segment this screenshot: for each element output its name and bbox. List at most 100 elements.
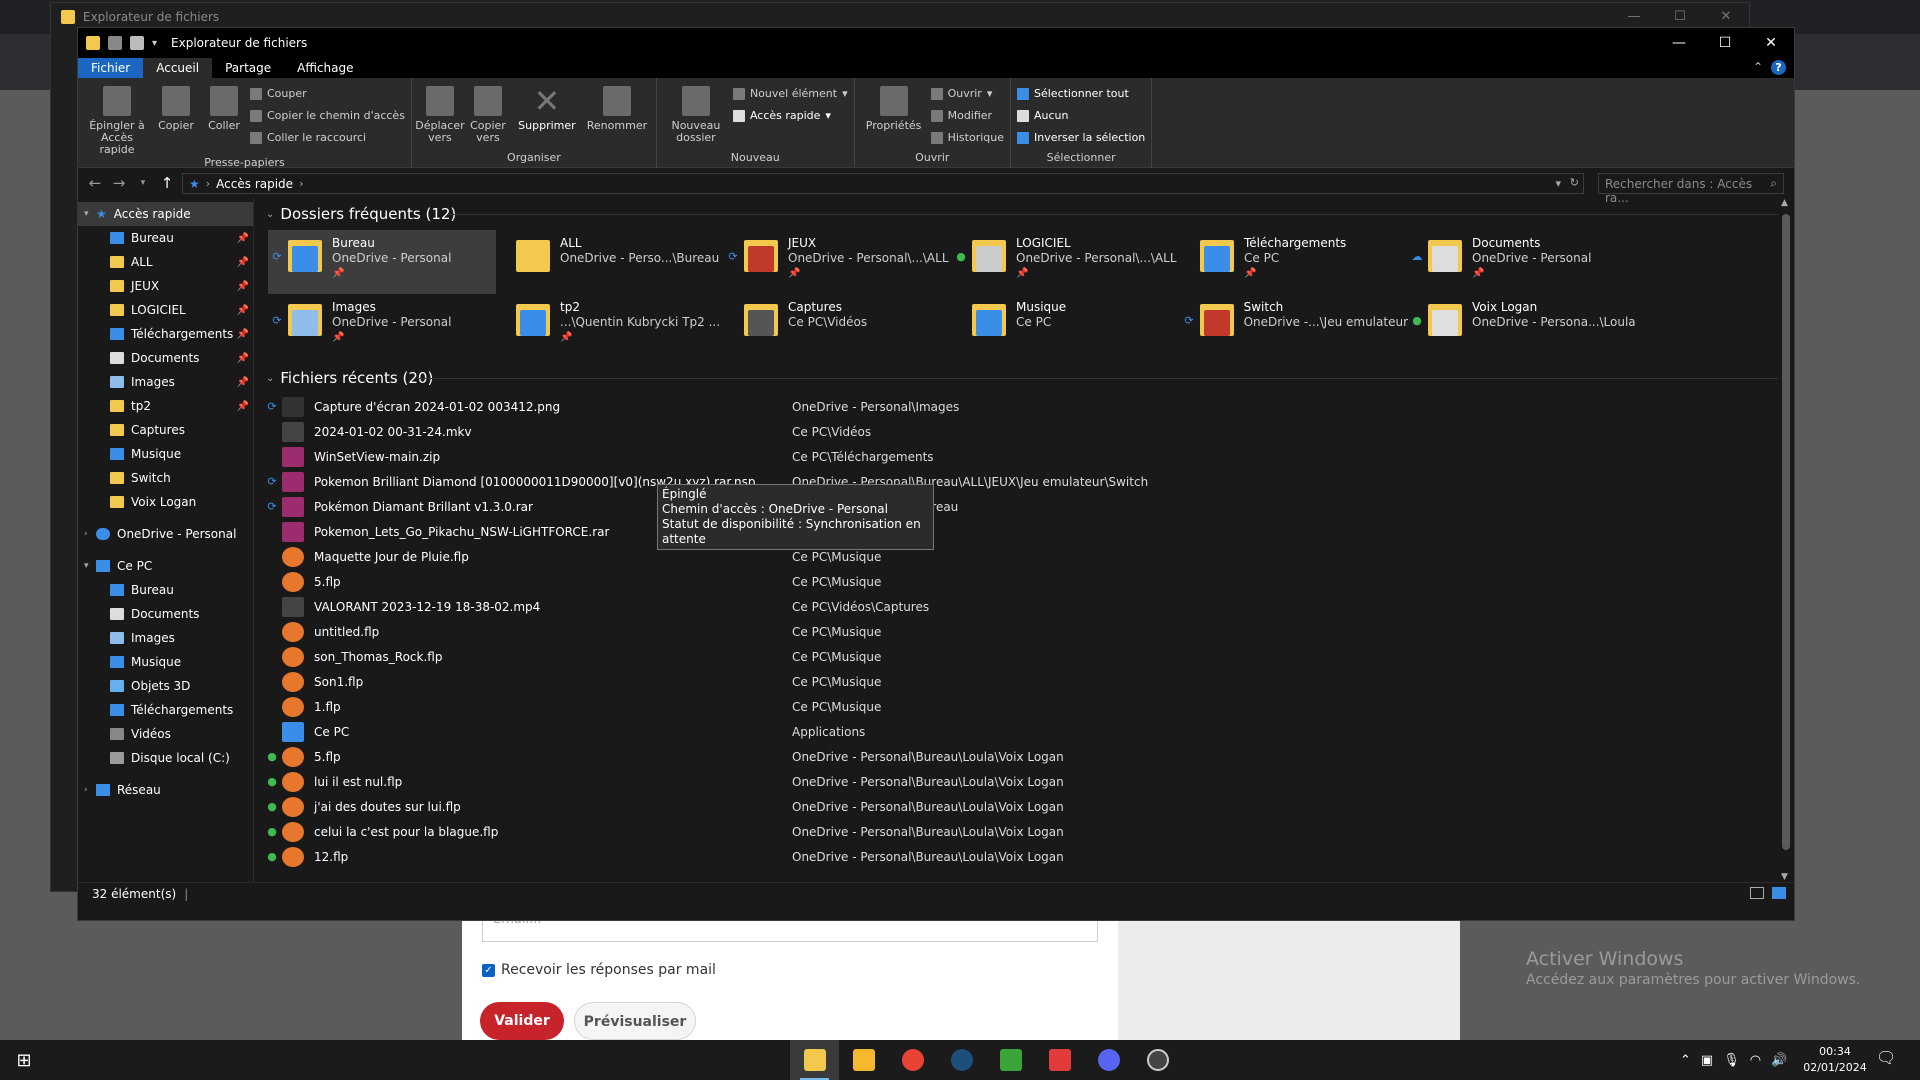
sidebar-item-pc[interactable]: Disque local (C:) bbox=[78, 746, 253, 770]
properties-quick-icon[interactable] bbox=[108, 36, 122, 50]
chevron-down-icon[interactable]: ▾ bbox=[152, 38, 157, 49]
frequent-folder-tile[interactable]: ● LOGICIEL OneDrive - Personal\...\ALL 📌 bbox=[952, 230, 1180, 294]
recent-file-row[interactable]: ● lui il est nul.flp OneDrive - Personal\B… bbox=[262, 769, 1794, 794]
sidebar-item-quick[interactable]: Téléchargements 📌 bbox=[78, 322, 253, 346]
sidebar-item-quick[interactable]: Voix Logan bbox=[78, 490, 253, 514]
sidebar-item-quick[interactable]: Documents 📌 bbox=[78, 346, 253, 370]
recent-file-row[interactable]: ● j'ai des doutes sur lui.flp OneDrive - P… bbox=[262, 794, 1794, 819]
edit-button[interactable]: Modifier bbox=[930, 106, 1004, 125]
forward-arrow-icon[interactable]: → bbox=[112, 174, 126, 192]
new-folder-quick-icon[interactable] bbox=[130, 36, 144, 50]
chevron-right-icon[interactable]: › bbox=[84, 785, 88, 795]
close-button[interactable]: ✕ bbox=[1748, 28, 1794, 58]
chevron-down-icon[interactable]: ⌄ bbox=[266, 209, 274, 220]
taskbar-clock[interactable]: 00:34 02/01/2024 bbox=[1800, 1044, 1870, 1076]
sidebar-item-this-pc[interactable]: ▾ Ce PC bbox=[78, 554, 253, 578]
open-button[interactable]: Ouvrir ▾ bbox=[930, 84, 1004, 103]
frequent-folder-tile[interactable]: Captures Ce PC\Vidéos bbox=[724, 294, 952, 358]
chevron-down-icon[interactable]: ▾ bbox=[84, 209, 89, 219]
sidebar-item-quick[interactable]: Musique bbox=[78, 442, 253, 466]
vertical-scrollbar[interactable]: ▲ ▼ bbox=[1778, 198, 1794, 882]
chevron-down-icon[interactable]: ▾ bbox=[1555, 177, 1561, 190]
tab-share[interactable]: Partage bbox=[212, 58, 284, 78]
recent-file-row[interactable]: ● 12.flp OneDrive - Personal\Bureau\Loula\… bbox=[262, 844, 1794, 869]
sidebar-item-onedrive[interactable]: › OneDrive - Personal bbox=[78, 522, 253, 546]
sidebar-item-quick[interactable]: JEUX 📌 bbox=[78, 274, 253, 298]
move-to-button[interactable]: Déplacer vers bbox=[415, 82, 465, 151]
submit-button[interactable]: Valider bbox=[480, 1002, 564, 1040]
easy-access-button[interactable]: Accès rapide ▾ bbox=[732, 106, 848, 125]
frequent-folder-tile[interactable]: ALL OneDrive - Perso...\Bureau bbox=[496, 230, 724, 294]
sidebar-item-quick[interactable]: Captures bbox=[78, 418, 253, 442]
recent-locations-icon[interactable]: ▾ bbox=[136, 178, 150, 188]
frequent-folder-tile[interactable]: ⟳ Images OneDrive - Personal 📌 bbox=[268, 294, 496, 358]
search-input[interactable]: Rechercher dans : Accès ra... ⌕ bbox=[1598, 173, 1784, 205]
recent-file-row[interactable]: ⟳Pokémon Diamant Brillant v1.3.0.rarOneD… bbox=[262, 494, 1794, 519]
rename-button[interactable]: Renommer bbox=[584, 82, 650, 151]
frequent-folder-tile[interactable]: ⟳ Switch OneDrive -...\Jeu emulateur bbox=[1180, 294, 1408, 358]
sidebar-item-pc[interactable]: Images bbox=[78, 626, 253, 650]
recent-file-row[interactable]: WinSetView-main.zip Ce PC\Téléchargements bbox=[262, 444, 1794, 469]
frequent-folders-header[interactable]: ⌄ Dossiers fréquents (12) bbox=[262, 202, 1794, 226]
microphone-icon[interactable]: 🎙 bbox=[1723, 1053, 1740, 1068]
recent-file-row[interactable]: ⟳ Pokemon Brilliant Diamond [0100000011D9… bbox=[262, 469, 1794, 494]
tab-home[interactable]: Accueil bbox=[143, 58, 213, 78]
select-all-button[interactable]: Sélectionner tout bbox=[1017, 84, 1145, 103]
pin-quick-access-button[interactable]: Épingler à Accès rapide bbox=[84, 82, 150, 156]
recent-file-row[interactable]: ⟳ Capture d'écran 2024-01-02 003412.png On… bbox=[262, 394, 1794, 419]
sidebar-item-pc[interactable]: Musique bbox=[78, 650, 253, 674]
receive-replies-checkbox[interactable]: ✓ Recevoir les réponses par mail bbox=[482, 962, 716, 978]
taskbar-obs[interactable] bbox=[1133, 1040, 1182, 1080]
sidebar-item-network[interactable]: › Réseau bbox=[78, 778, 253, 802]
chevron-right-icon[interactable]: › bbox=[84, 529, 88, 539]
wifi-icon[interactable]: ◠ bbox=[1750, 1053, 1761, 1068]
volume-icon[interactable]: 🔊 bbox=[1771, 1053, 1787, 1068]
recent-file-row[interactable]: untitled.flp Ce PC\Musique bbox=[262, 619, 1794, 644]
breadcrumb-quick-access[interactable]: Accès rapide bbox=[216, 177, 293, 191]
details-view-icon[interactable] bbox=[1750, 887, 1764, 899]
chevron-down-icon[interactable]: ▾ bbox=[84, 561, 89, 571]
minimize-button[interactable]: — bbox=[1656, 28, 1702, 58]
tab-view[interactable]: Affichage bbox=[284, 58, 366, 78]
recent-file-row[interactable]: 1.flp Ce PC\Musique bbox=[262, 694, 1794, 719]
recent-file-row[interactable]: ● 5.flp OneDrive - Personal\Bureau\Loula\V… bbox=[262, 744, 1794, 769]
frequent-folder-tile[interactable]: ⟳ JEUX OneDrive - Personal\...\ALL 📌 bbox=[724, 230, 952, 294]
taskbar-files[interactable] bbox=[839, 1040, 888, 1080]
taskbar-discord[interactable] bbox=[1084, 1040, 1133, 1080]
chevron-up-icon[interactable]: ⌃ bbox=[1680, 1053, 1691, 1068]
invert-selection-button[interactable]: Inverser la sélection bbox=[1017, 128, 1145, 147]
frequent-folder-tile[interactable]: ⟳ Bureau OneDrive - Personal 📌 bbox=[268, 230, 496, 294]
sidebar-item-quick[interactable]: Images 📌 bbox=[78, 370, 253, 394]
sidebar-item-quick[interactable]: Bureau 📌 bbox=[78, 226, 253, 250]
new-item-button[interactable]: Nouvel élément ▾ bbox=[732, 84, 848, 103]
recent-file-row[interactable]: 5.flp Ce PC\Musique bbox=[262, 569, 1794, 594]
recent-file-row[interactable]: VALORANT 2023-12-19 18-38-02.mp4 Ce PC\Vi… bbox=[262, 594, 1794, 619]
paste-button[interactable]: Coller bbox=[202, 82, 246, 156]
sidebar-item-pc[interactable]: Bureau bbox=[78, 578, 253, 602]
maximize-button[interactable]: ☐ bbox=[1702, 28, 1748, 58]
recent-file-row[interactable]: Ce PC Applications bbox=[262, 719, 1794, 744]
address-bar[interactable]: ★ › Accès rapide › ▾ ↻ bbox=[182, 173, 1584, 194]
recent-file-row[interactable]: 2024-01-02 00-31-24.mkv Ce PC\Vidéos bbox=[262, 419, 1794, 444]
frequent-folder-tile[interactable]: tp2 ...\Quentin Kubrycki Tp2 ... 📌 bbox=[496, 294, 724, 358]
new-folder-button[interactable]: Nouveau dossier bbox=[663, 82, 729, 151]
history-button[interactable]: Historique bbox=[930, 128, 1004, 147]
cut-button[interactable]: Couper bbox=[250, 84, 405, 103]
frequent-folder-tile[interactable]: Musique Ce PC bbox=[952, 294, 1180, 358]
copy-to-button[interactable]: Copier vers bbox=[466, 82, 510, 151]
select-none-button[interactable]: Aucun bbox=[1017, 106, 1145, 125]
frequent-folder-tile[interactable]: Téléchargements Ce PC 📌 bbox=[1180, 230, 1408, 294]
scroll-up-icon[interactable]: ▲ bbox=[1781, 198, 1788, 208]
properties-button[interactable]: Propriétés bbox=[861, 82, 927, 151]
frequent-folder-tile[interactable]: ☁ Documents OneDrive - Personal 📌 bbox=[1408, 230, 1636, 294]
windows-start-icon[interactable]: ⊞ bbox=[0, 1050, 48, 1071]
refresh-icon[interactable]: ↻ bbox=[1570, 176, 1579, 189]
taskbar-switch-emulator[interactable] bbox=[1035, 1040, 1084, 1080]
sidebar-item-pc[interactable]: Téléchargements bbox=[78, 698, 253, 722]
scroll-down-icon[interactable]: ▼ bbox=[1781, 872, 1788, 882]
paste-shortcut-button[interactable]: Coller le raccourci bbox=[250, 128, 405, 147]
sidebar-item-pc[interactable]: Objets 3D bbox=[78, 674, 253, 698]
sidebar-item-quick[interactable]: ALL 📌 bbox=[78, 250, 253, 274]
chevron-right-icon[interactable]: › bbox=[299, 177, 303, 190]
taskbar-chrome[interactable] bbox=[888, 1040, 937, 1080]
